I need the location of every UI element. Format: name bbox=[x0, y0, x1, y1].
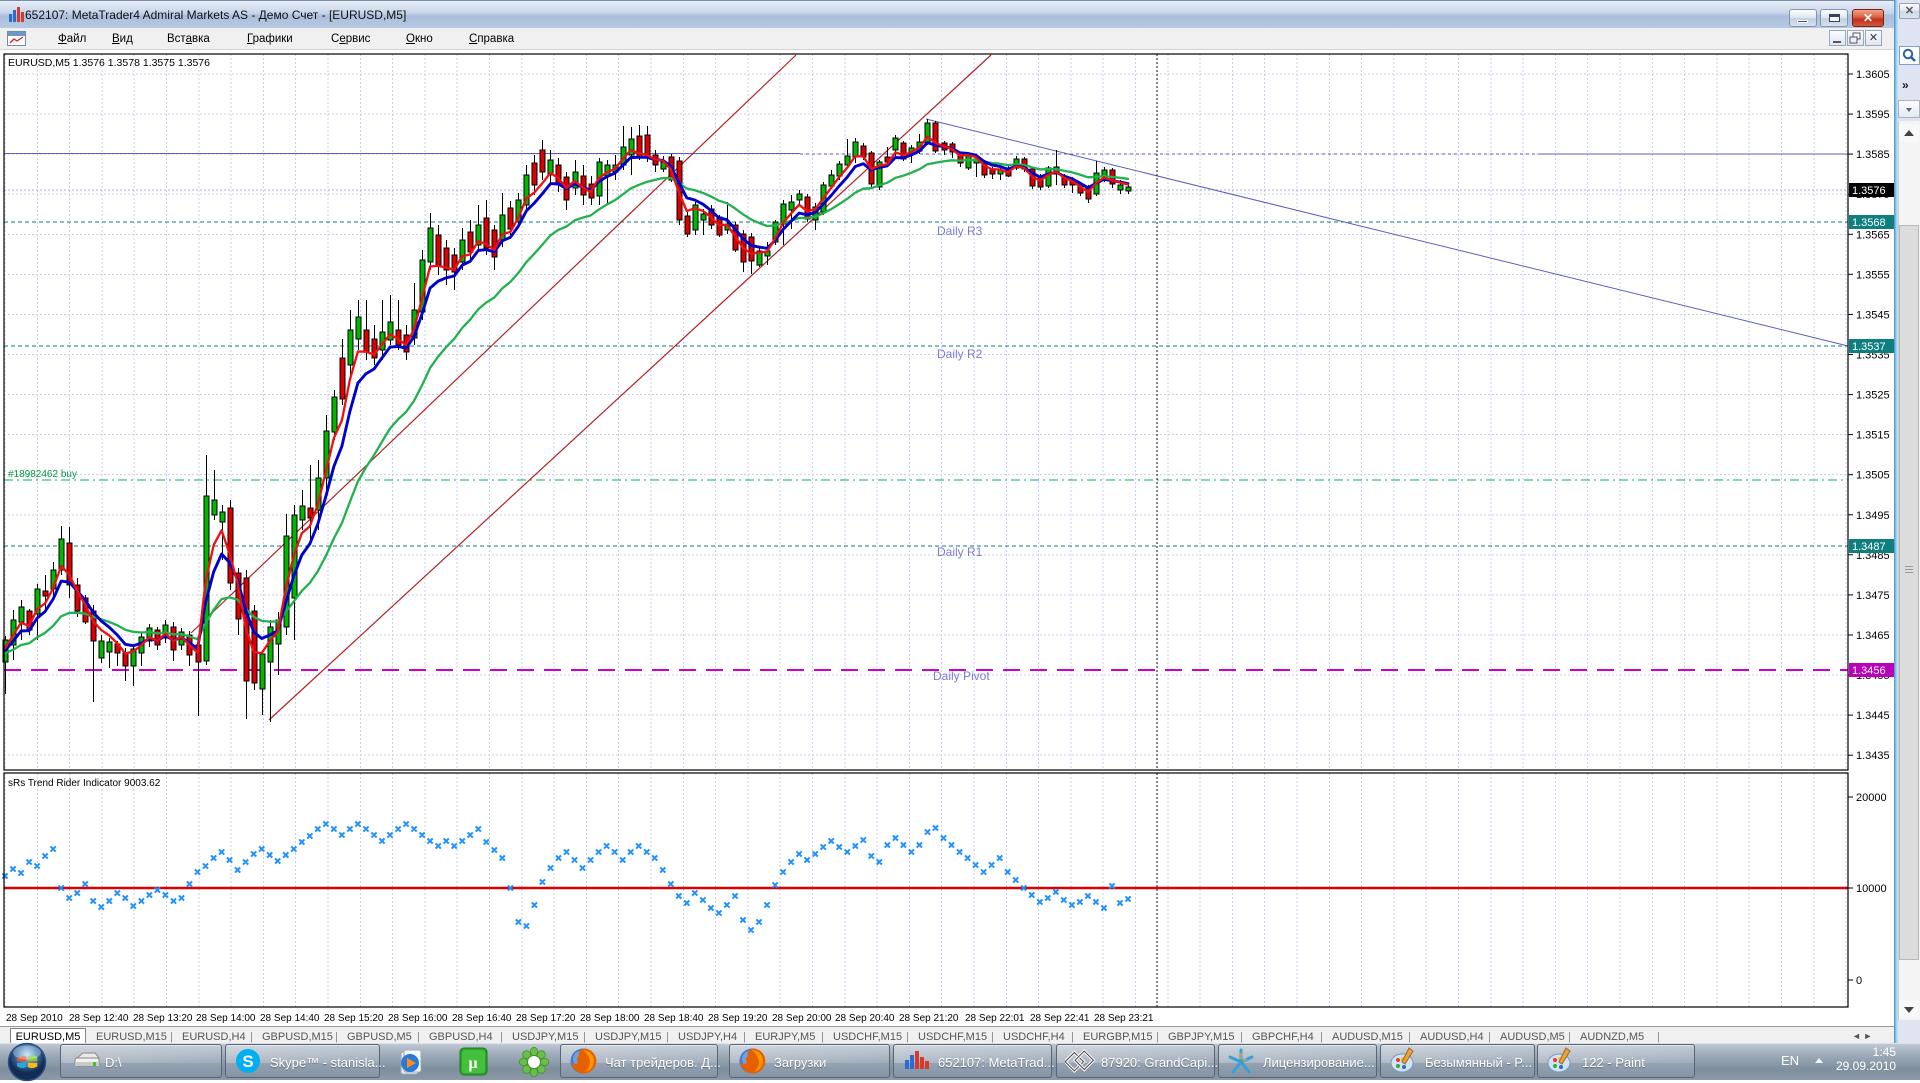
svg-text:Daily R1: Daily R1 bbox=[937, 545, 983, 559]
svg-text:1.3555: 1.3555 bbox=[1856, 269, 1890, 281]
svg-text:28 Sep 21:20: 28 Sep 21:20 bbox=[899, 1013, 959, 1024]
svg-text:1.3505: 1.3505 bbox=[1856, 470, 1890, 482]
svg-text:20000: 20000 bbox=[1856, 792, 1887, 804]
svg-text:28 Sep 17:20: 28 Sep 17:20 bbox=[516, 1013, 576, 1024]
svg-text:28 Sep 19:20: 28 Sep 19:20 bbox=[708, 1013, 768, 1024]
svg-text:28 Sep 15:20: 28 Sep 15:20 bbox=[324, 1013, 384, 1024]
svg-text:1.3445: 1.3445 bbox=[1856, 710, 1890, 722]
svg-text:28 Sep 13:20: 28 Sep 13:20 bbox=[133, 1013, 193, 1024]
svg-text:1.3585: 1.3585 bbox=[1856, 149, 1890, 161]
svg-text:28 Sep 16:00: 28 Sep 16:00 bbox=[388, 1013, 448, 1024]
svg-text:28 Sep 2010: 28 Sep 2010 bbox=[6, 1013, 63, 1024]
svg-text:1.3456: 1.3456 bbox=[1852, 665, 1886, 677]
svg-text:1.3487: 1.3487 bbox=[1852, 541, 1886, 553]
svg-text:1.3595: 1.3595 bbox=[1856, 109, 1890, 121]
svg-text:28 Sep 23:21: 28 Sep 23:21 bbox=[1094, 1013, 1154, 1024]
svg-text:28 Sep 16:40: 28 Sep 16:40 bbox=[452, 1013, 512, 1024]
svg-text:1.3576: 1.3576 bbox=[1852, 185, 1886, 197]
svg-text:1.3568: 1.3568 bbox=[1852, 217, 1886, 229]
svg-text:1.3545: 1.3545 bbox=[1856, 309, 1890, 321]
svg-text:1.3605: 1.3605 bbox=[1856, 69, 1890, 81]
svg-text:28 Sep 22:41: 28 Sep 22:41 bbox=[1030, 1013, 1090, 1024]
svg-text:1.3565: 1.3565 bbox=[1856, 229, 1890, 241]
svg-text:28 Sep 12:40: 28 Sep 12:40 bbox=[69, 1013, 129, 1024]
svg-text:28 Sep 14:00: 28 Sep 14:00 bbox=[196, 1013, 256, 1024]
svg-text:1.3525: 1.3525 bbox=[1856, 390, 1890, 402]
svg-text:0: 0 bbox=[1856, 975, 1862, 987]
svg-text:28 Sep 18:40: 28 Sep 18:40 bbox=[644, 1013, 704, 1024]
svg-text:1.3537: 1.3537 bbox=[1852, 341, 1886, 353]
svg-text:1.3495: 1.3495 bbox=[1856, 510, 1890, 522]
svg-text:1.3465: 1.3465 bbox=[1856, 630, 1890, 642]
svg-text:28 Sep 14:40: 28 Sep 14:40 bbox=[260, 1013, 320, 1024]
svg-text:Daily R3: Daily R3 bbox=[937, 224, 983, 238]
svg-text:S: S bbox=[242, 1052, 253, 1071]
svg-text:μ: μ bbox=[468, 1055, 477, 1072]
svg-text:#18982462 buy: #18982462 buy bbox=[8, 469, 77, 480]
svg-text:28 Sep 20:00: 28 Sep 20:00 bbox=[772, 1013, 832, 1024]
svg-text:Daily R2: Daily R2 bbox=[937, 347, 983, 361]
svg-text:28 Sep 22:01: 28 Sep 22:01 bbox=[965, 1013, 1025, 1024]
svg-text:10000: 10000 bbox=[1856, 883, 1887, 895]
svg-text:1.3515: 1.3515 bbox=[1856, 430, 1890, 442]
svg-text:1.3435: 1.3435 bbox=[1856, 750, 1890, 762]
svg-text:1.3475: 1.3475 bbox=[1856, 590, 1890, 602]
svg-text:EURUSD,M5 1.3576 1.3578 1.357: EURUSD,M5 1.3576 1.3578 1.3575 1.3576 bbox=[8, 57, 210, 69]
svg-text:Daily Pivot: Daily Pivot bbox=[933, 669, 990, 683]
svg-text:28 Sep 18:00: 28 Sep 18:00 bbox=[580, 1013, 640, 1024]
svg-text:28 Sep 20:40: 28 Sep 20:40 bbox=[835, 1013, 895, 1024]
svg-text:sRs Trend Rider Indicator 9003: sRs Trend Rider Indicator 9003.62 bbox=[8, 778, 161, 789]
